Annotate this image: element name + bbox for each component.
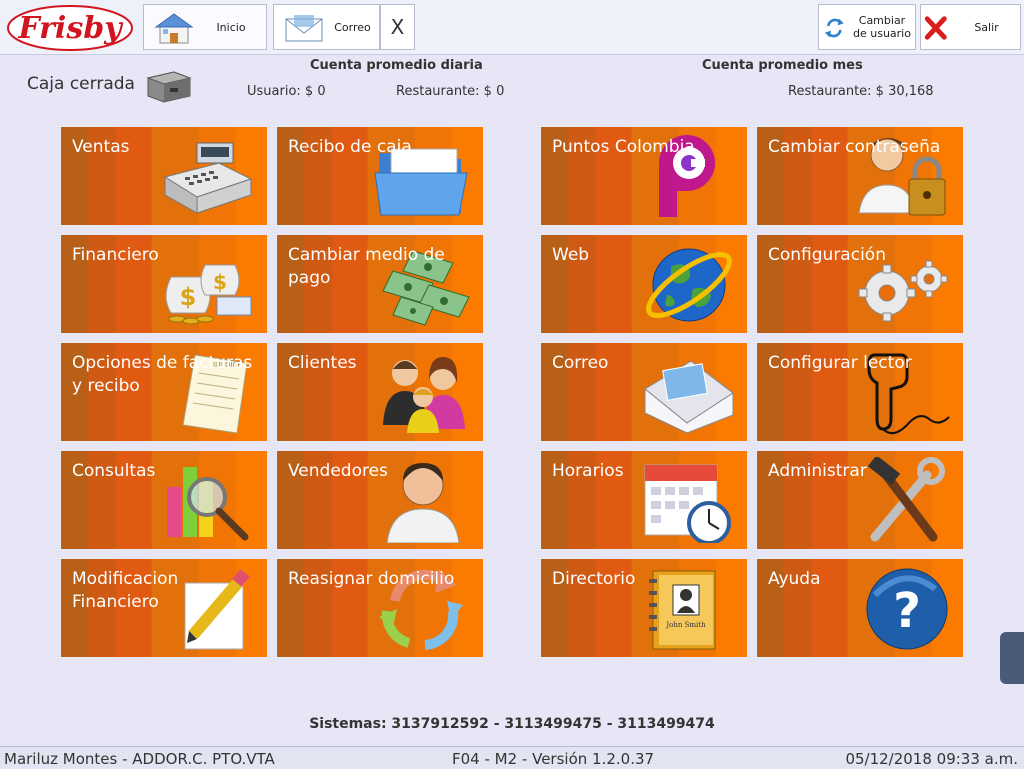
tile-configurar-lector[interactable]: Configurar lector xyxy=(756,342,964,442)
tile-label: Opciones de facturas y recibo xyxy=(72,353,253,396)
exit-button[interactable]: Salir xyxy=(920,4,1021,50)
exit-x-icon xyxy=(924,16,947,40)
tab-inicio[interactable]: Inicio xyxy=(143,4,267,50)
tile-modificacion-financiero[interactable]: Modificacion Financiero xyxy=(60,558,268,658)
tile-vendedores[interactable]: Vendedores xyxy=(276,450,484,550)
svg-text:?: ? xyxy=(893,583,921,639)
tile-reasignar-domicilio[interactable]: Reasignar domicilio xyxy=(276,558,484,658)
people-icon xyxy=(383,357,465,433)
tile-web[interactable]: Web xyxy=(540,234,748,334)
calendar-clock-icon xyxy=(644,464,731,543)
mail-icon xyxy=(285,15,323,42)
tile-label: Ayuda xyxy=(768,569,821,589)
tile-cambiar-contrasena[interactable]: Cambiar contraseña xyxy=(756,126,964,226)
tile-label: Reasignar domicilio xyxy=(288,569,455,589)
switch-user-icon xyxy=(825,18,844,38)
address-book-icon: John Smith xyxy=(649,570,716,650)
tile-label: Vendedores xyxy=(288,461,388,481)
daily-user-value: Usuario: $ 0 xyxy=(247,84,326,99)
tile-label: Consultas xyxy=(72,461,156,481)
tile-directorio[interactable]: Directorio John Smith xyxy=(540,558,748,658)
tile-cambiar-medio-de-pago[interactable]: Cambiar medio de pago xyxy=(276,234,484,334)
support-phones: Sistemas: 3137912592 - 3113499475 - 3113… xyxy=(309,716,715,732)
tile-label: Financiero xyxy=(72,245,159,265)
tile-label: Ventas xyxy=(72,137,130,157)
svg-text:$: $ xyxy=(180,283,197,311)
tile-configuracion[interactable]: Configuración xyxy=(756,234,964,334)
svg-text:Frisby: Frisby xyxy=(17,11,124,46)
help-icon: ? xyxy=(866,568,948,650)
tile-label: Administrar xyxy=(768,461,867,481)
home-icon xyxy=(154,13,194,44)
tile-opciones-de-facturas[interactable]: Opciones de facturas y recibo INVOICE xyxy=(60,342,268,442)
tile-label: Directorio xyxy=(552,569,636,589)
frisby-logo: Frisby xyxy=(7,5,133,51)
svg-text:John Smith: John Smith xyxy=(665,621,706,629)
cash-register-icon xyxy=(163,142,253,214)
daily-restaurant-value: Restaurante: $ 0 xyxy=(396,84,505,99)
tile-label: Web xyxy=(552,245,590,265)
money-bags-icon: $ $ xyxy=(165,264,252,325)
tile-label: Modificacion Financiero xyxy=(72,569,179,612)
envelope-icon xyxy=(644,360,734,434)
tab-correo[interactable]: Correo xyxy=(273,4,380,50)
current-user-info: Mariluz Montes - ADDOR.C. PTO.VTA xyxy=(4,750,275,768)
chart-magnifier-icon xyxy=(167,467,249,541)
top-toolbar: Frisby Inicio Correo X Cambiar de usuari… xyxy=(0,0,1024,55)
cash-status-label: Caja cerrada xyxy=(27,74,135,94)
tile-label: Cambiar contraseña xyxy=(768,137,941,157)
tile-label: Recibo de caja xyxy=(288,137,412,157)
monthly-restaurant-value: Restaurante: $ 30,168 xyxy=(788,84,934,99)
tile-consultas[interactable]: Consultas xyxy=(60,450,268,550)
tile-label: Clientes xyxy=(288,353,357,373)
status-bar: Mariluz Montes - ADDOR.C. PTO.VTA F04 - … xyxy=(0,746,1024,769)
tile-label: Configuración xyxy=(768,245,886,265)
tile-label: Cambiar medio de pago xyxy=(288,245,445,288)
tile-label: Horarios xyxy=(552,461,624,481)
monthly-average-title: Cuenta promedio mes xyxy=(702,58,863,73)
tile-label: Puntos Colombia xyxy=(552,137,695,157)
svg-text:$: $ xyxy=(213,270,227,294)
tile-horarios[interactable]: Horarios xyxy=(540,450,748,550)
tile-label: Configurar lector xyxy=(768,353,912,373)
globe-icon xyxy=(646,248,732,322)
tab-inicio-label: Inicio xyxy=(216,20,246,34)
tile-administrar[interactable]: Administrar xyxy=(756,450,964,550)
tile-clientes[interactable]: Clientes xyxy=(276,342,484,442)
close-tab-button[interactable]: X xyxy=(380,4,415,50)
tools-icon xyxy=(867,457,945,542)
tile-correo[interactable]: Correo xyxy=(540,342,748,442)
salesperson-icon xyxy=(386,463,460,543)
tile-ventas[interactable]: Ventas xyxy=(60,126,268,226)
cash-drawer-icon xyxy=(146,71,192,103)
tile-recibo-de-caja[interactable]: Recibo de caja xyxy=(276,126,484,226)
side-panel-tab[interactable] xyxy=(1000,632,1024,684)
daily-average-title: Cuenta promedio diaria xyxy=(310,58,483,73)
tile-label: Correo xyxy=(552,353,609,373)
datetime: 05/12/2018 09:33 a.m. xyxy=(845,750,1018,768)
exit-label: Salir xyxy=(974,20,999,34)
tile-ayuda[interactable]: Ayuda ? xyxy=(756,558,964,658)
change-user-label: Cambiar de usuario xyxy=(853,14,911,40)
version-info: F04 - M2 - Versión 1.2.0.37 xyxy=(452,750,655,768)
tile-puntos-colombia[interactable]: Puntos Colombia xyxy=(540,126,748,226)
change-user-button[interactable]: Cambiar de usuario xyxy=(818,4,916,50)
tab-correo-label: Correo xyxy=(334,20,371,34)
tile-financiero[interactable]: Financiero $ $ xyxy=(60,234,268,334)
